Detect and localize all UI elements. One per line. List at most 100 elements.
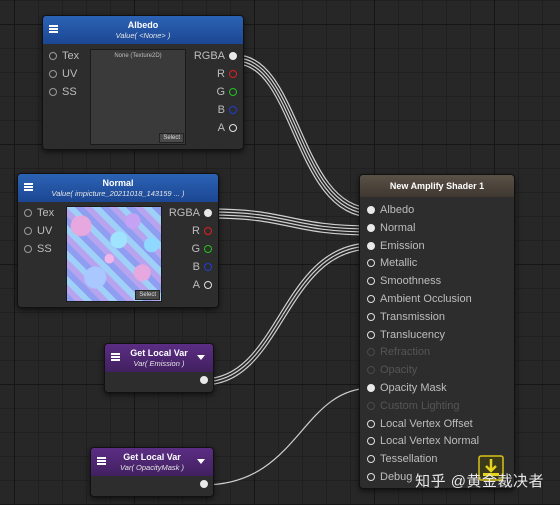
local-var-header[interactable]: Get Local Var Var( Emission ) — [105, 344, 213, 372]
port-dot[interactable] — [367, 401, 375, 410]
port-dot[interactable] — [200, 376, 208, 384]
output-port-a[interactable]: A — [193, 279, 212, 291]
port-dot[interactable] — [367, 330, 375, 339]
input-port-emission[interactable]: Emission — [367, 240, 425, 252]
output-port-a[interactable]: A — [218, 122, 237, 134]
local-var-header[interactable]: Get Local Var Var( OpacityMask ) — [91, 448, 213, 476]
output-port-r[interactable]: R — [192, 225, 212, 237]
get-local-var-opacity-node[interactable]: Get Local Var Var( OpacityMask ) — [90, 447, 214, 497]
get-local-var-emission-node[interactable]: Get Local Var Var( Emission ) — [104, 343, 214, 393]
normal-texture-node[interactable]: Normal Value( impicture_20211018_143159 … — [17, 173, 219, 308]
texture-preview[interactable]: None (Texture2D) Select — [90, 49, 186, 145]
port-dot[interactable] — [229, 88, 237, 96]
input-port-refraction[interactable]: Refraction — [367, 346, 430, 358]
menu-icon[interactable] — [111, 353, 120, 361]
input-port-tex[interactable]: Tex — [49, 50, 79, 62]
node-subtitle: Value( impicture_20211018_143159 ... ) — [51, 188, 185, 198]
select-button[interactable]: Select — [159, 133, 184, 143]
input-port-custom-lighting[interactable]: Custom Lighting — [367, 400, 460, 412]
port-dot[interactable] — [204, 227, 212, 235]
input-port-ss[interactable]: SS — [49, 86, 77, 98]
input-port-normal[interactable]: Normal — [367, 222, 415, 234]
input-port-tessellation[interactable]: Tessellation — [367, 453, 437, 465]
albedo-texture-node[interactable]: Albedo Value( <None> ) Tex UV SS None (T… — [42, 15, 244, 150]
port-dot[interactable] — [367, 295, 375, 303]
input-port-albedo[interactable]: Albedo — [367, 204, 414, 216]
input-port-uv[interactable]: UV — [24, 225, 52, 237]
output-port-b[interactable]: B — [218, 104, 237, 116]
port-label: Debug — [380, 471, 413, 483]
port-dot[interactable] — [367, 241, 375, 250]
port-dot[interactable] — [367, 277, 375, 286]
port-dot[interactable] — [367, 348, 375, 357]
wire-albedo — [235, 54, 373, 209]
port-dot[interactable] — [49, 70, 57, 78]
menu-icon[interactable] — [24, 183, 33, 191]
node-title: Get Local Var — [130, 347, 188, 358]
input-port-local-vertex-offset[interactable]: Local Vertex Offset — [367, 418, 473, 430]
port-dot[interactable] — [229, 70, 237, 78]
menu-icon[interactable] — [97, 457, 106, 465]
output-port-g[interactable]: G — [216, 86, 237, 98]
port-dot[interactable] — [49, 88, 57, 96]
port-dot[interactable] — [367, 206, 375, 214]
port-label: Ambient Occlusion — [380, 293, 472, 305]
port-dot[interactable] — [24, 227, 32, 235]
output-port-g[interactable]: G — [191, 243, 212, 255]
port-dot[interactable] — [204, 281, 212, 289]
node-title: Normal — [102, 177, 134, 188]
input-port-ambient-occlusion[interactable]: Ambient Occlusion — [367, 293, 472, 305]
albedo-node-header[interactable]: Albedo Value( <None> ) — [43, 16, 243, 44]
port-dot[interactable] — [200, 480, 208, 488]
output-port-rgba[interactable]: RGBA — [169, 207, 212, 219]
input-port-opacity-mask[interactable]: Opacity Mask — [367, 382, 447, 394]
output-port-rgba[interactable]: RGBA — [194, 50, 237, 62]
input-port-transmission[interactable]: Transmission — [367, 311, 445, 323]
port-dot[interactable] — [204, 245, 212, 253]
output-port-b[interactable]: B — [193, 261, 212, 273]
chevron-down-icon[interactable] — [197, 355, 205, 360]
input-port-local-vertex-normal[interactable]: Local Vertex Normal — [367, 435, 479, 447]
port-label: Albedo — [380, 204, 415, 216]
normal-map-preview[interactable]: Select — [66, 206, 162, 302]
port-dot[interactable] — [229, 124, 237, 132]
output-port[interactable] — [196, 480, 208, 488]
port-dot[interactable] — [367, 312, 375, 321]
port-dot[interactable] — [367, 473, 375, 481]
node-title: Albedo — [127, 19, 159, 30]
port-dot[interactable] — [367, 384, 375, 392]
port-dot[interactable] — [367, 259, 375, 268]
port-dot[interactable] — [367, 455, 375, 464]
port-dot[interactable] — [367, 366, 375, 375]
normal-node-header[interactable]: Normal Value( impicture_20211018_143159 … — [18, 174, 218, 202]
input-port-debug[interactable]: Debug — [367, 471, 412, 483]
input-port-smoothness[interactable]: Smoothness — [367, 275, 441, 287]
master-shader-node[interactable]: New Amplify Shader 1 Albedo Normal Emissio… — [359, 174, 515, 489]
port-dot[interactable] — [24, 209, 32, 217]
port-dot[interactable] — [367, 223, 375, 232]
port-label: Opacity — [380, 364, 418, 377]
input-port-ss[interactable]: SS — [24, 243, 52, 255]
port-dot[interactable] — [24, 245, 32, 253]
input-port-tex[interactable]: Tex — [24, 207, 54, 219]
input-port-uv[interactable]: UV — [49, 68, 77, 80]
input-port-opacity[interactable]: Opacity — [367, 364, 417, 376]
port-dot[interactable] — [204, 209, 212, 217]
menu-icon[interactable] — [49, 25, 58, 33]
port-dot[interactable] — [367, 437, 375, 446]
master-node-header[interactable]: New Amplify Shader 1 — [360, 175, 514, 197]
port-dot[interactable] — [204, 263, 212, 271]
output-port[interactable] — [196, 376, 208, 384]
port-dot[interactable] — [367, 419, 375, 428]
wire-opacity-mask — [202, 387, 373, 486]
chevron-down-icon[interactable] — [197, 459, 205, 464]
input-port-translucency[interactable]: Translucency — [367, 329, 445, 341]
port-dot[interactable] — [229, 106, 237, 114]
port-label: Custom Lighting — [380, 399, 460, 412]
port-dot[interactable] — [229, 52, 237, 60]
port-label: Translucency — [380, 328, 446, 341]
port-dot[interactable] — [49, 52, 57, 60]
select-button[interactable]: Select — [135, 290, 160, 300]
output-port-r[interactable]: R — [217, 68, 237, 80]
input-port-metallic[interactable]: Metallic — [367, 257, 417, 269]
